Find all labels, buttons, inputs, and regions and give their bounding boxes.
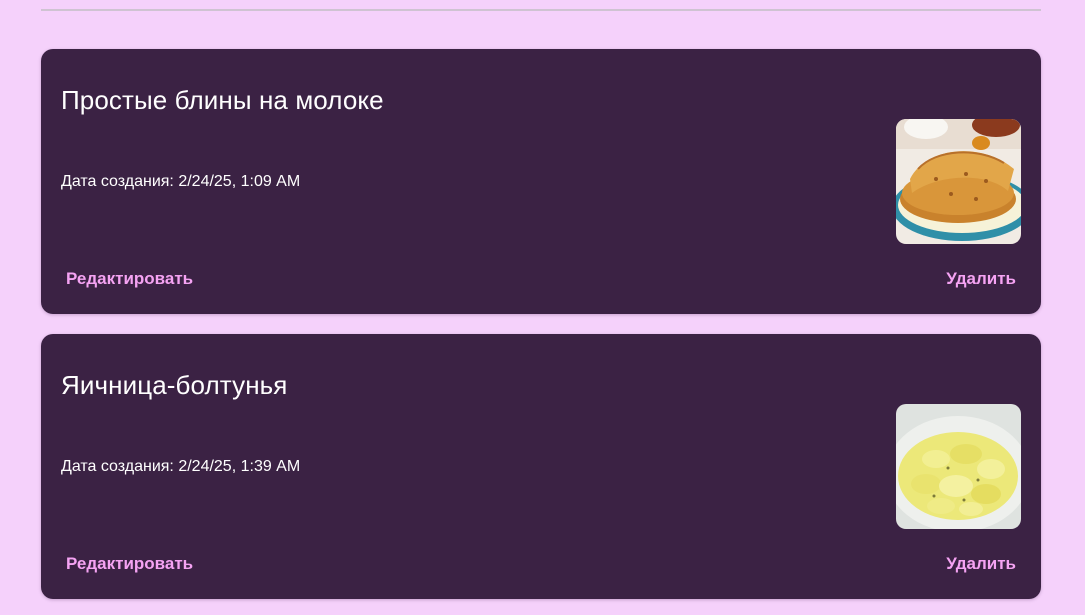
recipe-title: Яичница-болтунья (61, 370, 288, 400)
recipe-title: Простые блины на молоке (61, 85, 384, 115)
recipe-card: Яичница-болтунья Дата создания: 2/24/25,… (41, 334, 1041, 599)
recipe-created-date: Дата создания: 2/24/25, 1:09 AM (61, 173, 301, 190)
recipe-image-pancakes (896, 119, 1021, 244)
top-divider (41, 9, 1041, 11)
edit-button[interactable]: Редактировать (61, 550, 198, 578)
recipe-created-date: Дата создания: 2/24/25, 1:39 AM (61, 458, 301, 475)
delete-button[interactable]: Удалить (941, 550, 1021, 578)
edit-button[interactable]: Редактировать (61, 265, 198, 293)
recipe-image-scrambled-eggs (896, 404, 1021, 529)
delete-button[interactable]: Удалить (941, 265, 1021, 293)
recipe-card: Простые блины на молоке Дата создания: 2… (41, 49, 1041, 314)
